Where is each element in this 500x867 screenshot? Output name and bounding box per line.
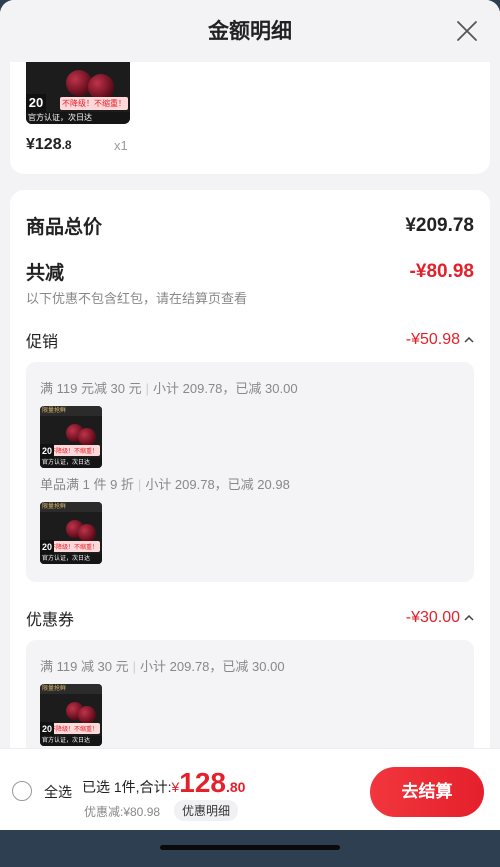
chevron-up-icon[interactable]: [464, 615, 474, 621]
coupon-rule-line: 满 119 减 30 元 | 小计 209.78，已减 30.00: [40, 659, 285, 674]
coupon-item-thumbnail[interactable]: 限量抢鲜 不降级！不缩重！ 20 官方认证，次日达: [40, 684, 102, 746]
product-thumbnail[interactable]: 20 不降级！不缩重！ 官方认证，次日达: [26, 62, 130, 124]
promo-item-thumbnail[interactable]: 限量抢鲜 不降级！不缩重！ 20 官方认证，次日达: [40, 406, 102, 468]
product-quantity: x1: [114, 138, 128, 153]
total-label: 商品总价: [26, 217, 103, 238]
amount-detail-sheet: 金额明细 20 不降级！不缩重！ 官方认证，次日达 ¥128.8 x1 商品总价…: [0, 0, 500, 867]
checkout-button[interactable]: 去结算: [370, 767, 484, 817]
breakdown-card: 商品总价 ¥209.78 共减 -¥80.98 以下优惠不包含红包，请在结算页查…: [10, 190, 490, 810]
reduce-label: 共减: [26, 263, 65, 284]
coupon-value: -¥30.00: [405, 609, 460, 626]
promo-row[interactable]: 促销 -¥50.98: [26, 328, 474, 352]
total-value: ¥209.78: [405, 214, 474, 236]
promo-rule-line: 满 119 元减 30 元 | 小计 209.78，已减 30.00: [40, 381, 298, 396]
promo-rule-line: 单品满 1 件 9 折 | 小计 209.78，已减 20.98: [40, 477, 290, 492]
product-badge: 20: [26, 94, 46, 112]
discount-text: 优惠减:¥80.98: [84, 805, 161, 819]
coupon-row[interactable]: 优惠券 -¥30.00: [26, 606, 474, 630]
home-indicator[interactable]: [160, 845, 340, 850]
reduce-note: 以下优惠不包含红包，请在结算页查看: [26, 291, 248, 306]
coupon-value-group: -¥30.00: [406, 609, 474, 627]
promo-value: -¥50.98: [405, 331, 460, 348]
sheet-header: 金额明细: [0, 0, 500, 62]
discount-detail-button[interactable]: 优惠明细: [174, 800, 239, 821]
close-icon[interactable]: [456, 20, 478, 42]
select-all-radio[interactable]: [12, 781, 32, 801]
promo-detail-box: 满 119 元减 30 元 | 小计 209.78，已减 30.00 限量抢鲜 不降…: [26, 362, 474, 582]
total-row: 商品总价 ¥209.78: [26, 212, 474, 239]
sheet-title: 金额明细: [208, 20, 292, 43]
promo-value-group: -¥50.98: [406, 331, 474, 349]
chevron-up-icon[interactable]: [464, 337, 474, 343]
cherry-image: [78, 706, 96, 724]
reduce-value: -¥80.98: [409, 260, 474, 282]
promo-label: 促销: [26, 334, 59, 351]
reduce-row: 共减 -¥80.98: [26, 258, 474, 285]
product-band: 官方认证，次日达: [26, 112, 130, 124]
cherry-image: [78, 524, 96, 542]
checkout-bar: 全选 已选 1件,合计:¥128.80 优惠减:¥80.98 优惠明细 去结算: [0, 748, 500, 830]
selected-summary: 已选 1件,合计:¥128.80: [82, 767, 246, 798]
select-all-label[interactable]: 全选: [44, 782, 72, 802]
product-price: ¥128.8: [26, 136, 72, 153]
coupon-label: 优惠券: [26, 612, 75, 629]
promo-item-thumbnail[interactable]: 限量抢鲜 不降级！不缩重！ 20 官方认证，次日达: [40, 502, 102, 564]
cherry-image: [78, 428, 96, 446]
product-tag: 不降级！不缩重！: [60, 97, 128, 110]
product-card: 20 不降级！不缩重！ 官方认证，次日达 ¥128.8 x1: [10, 62, 490, 174]
